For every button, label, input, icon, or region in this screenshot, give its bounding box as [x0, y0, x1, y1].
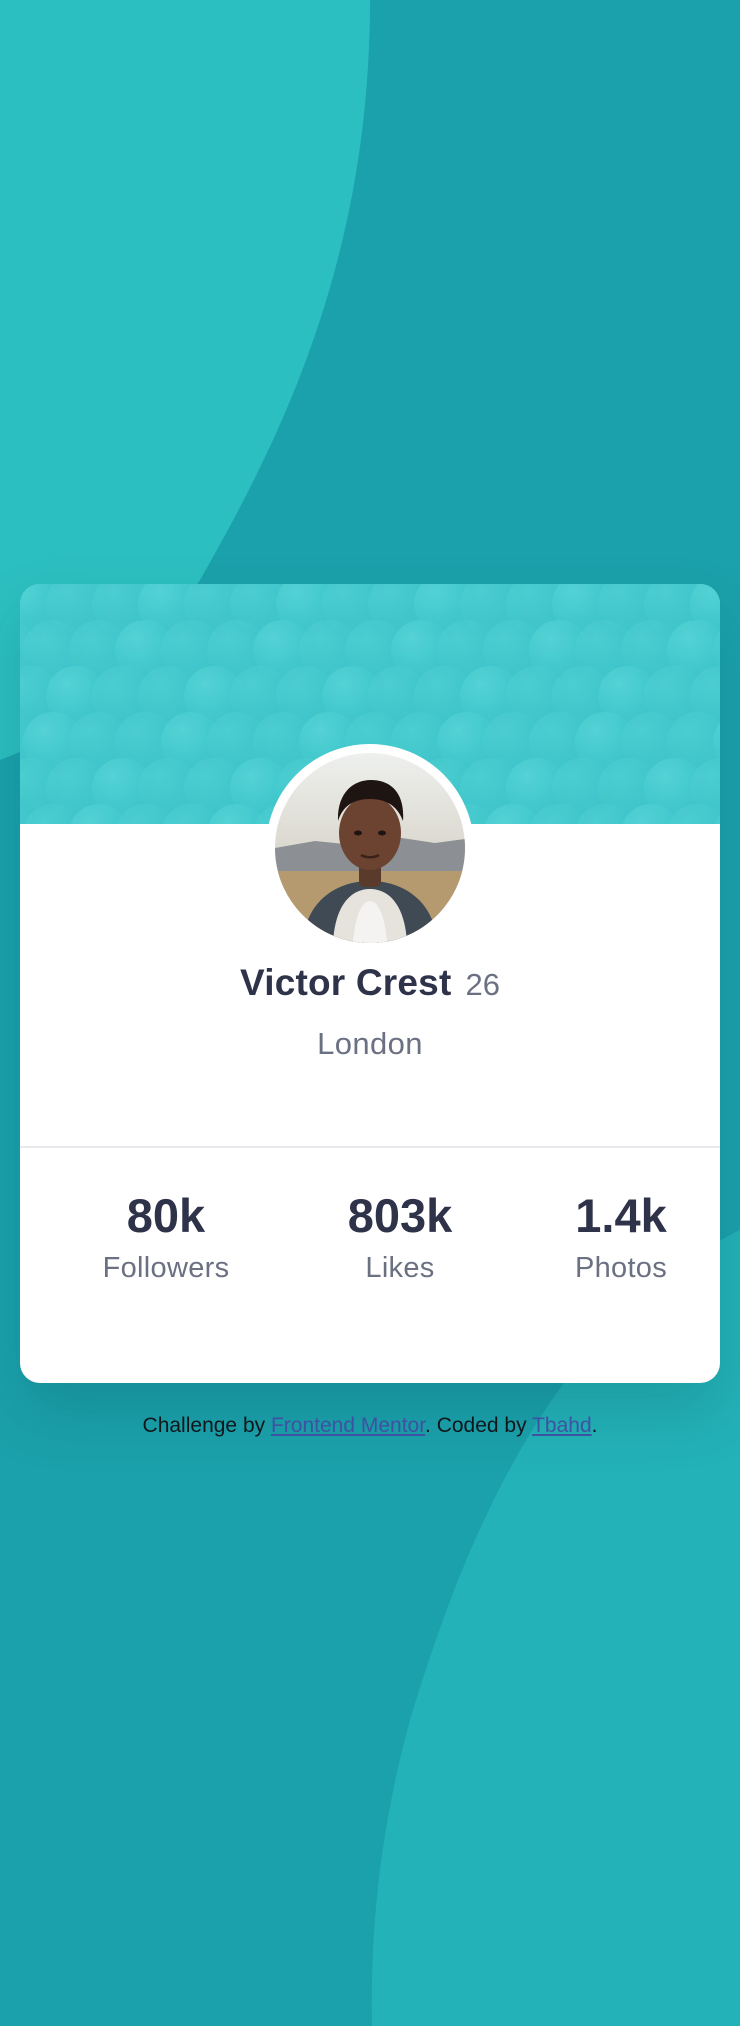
stat-followers-value: 80k — [126, 1189, 206, 1242]
frontend-mentor-link[interactable]: Frontend Mentor — [271, 1414, 425, 1437]
avatar-frame — [266, 744, 474, 952]
stat-photos: 1.4k Photos — [540, 1188, 702, 1288]
stat-followers: 80k Followers — [80, 1188, 252, 1288]
stats-row: 80k Followers 803k Likes 1.4k Photos — [20, 1188, 720, 1318]
profile-age: 26 — [465, 967, 500, 1002]
author-link[interactable]: Tbahd — [532, 1414, 592, 1437]
avatar — [275, 753, 465, 943]
stat-photos-value: 1.4k — [575, 1189, 667, 1242]
profile-card: Victor Crest 26 London 80k Followers 803k… — [20, 584, 720, 1383]
profile-name: Victor Crest — [240, 962, 452, 1003]
name-row: Victor Crest 26 — [20, 962, 720, 1022]
attribution: Challenge by Frontend Mentor. Coded by T… — [0, 1414, 740, 1438]
attribution-middle: . Coded by — [425, 1414, 533, 1437]
attribution-suffix: . — [591, 1414, 598, 1437]
attribution-prefix: Challenge by — [142, 1414, 271, 1437]
card-divider — [20, 1146, 720, 1148]
profile-city: London — [317, 1026, 423, 1061]
stat-likes: 803k Likes — [315, 1188, 485, 1288]
stat-likes-label: Likes — [365, 1252, 435, 1284]
stat-followers-label: Followers — [102, 1252, 230, 1284]
stat-likes-value: 803k — [347, 1189, 453, 1242]
stat-photos-label: Photos — [574, 1252, 668, 1284]
